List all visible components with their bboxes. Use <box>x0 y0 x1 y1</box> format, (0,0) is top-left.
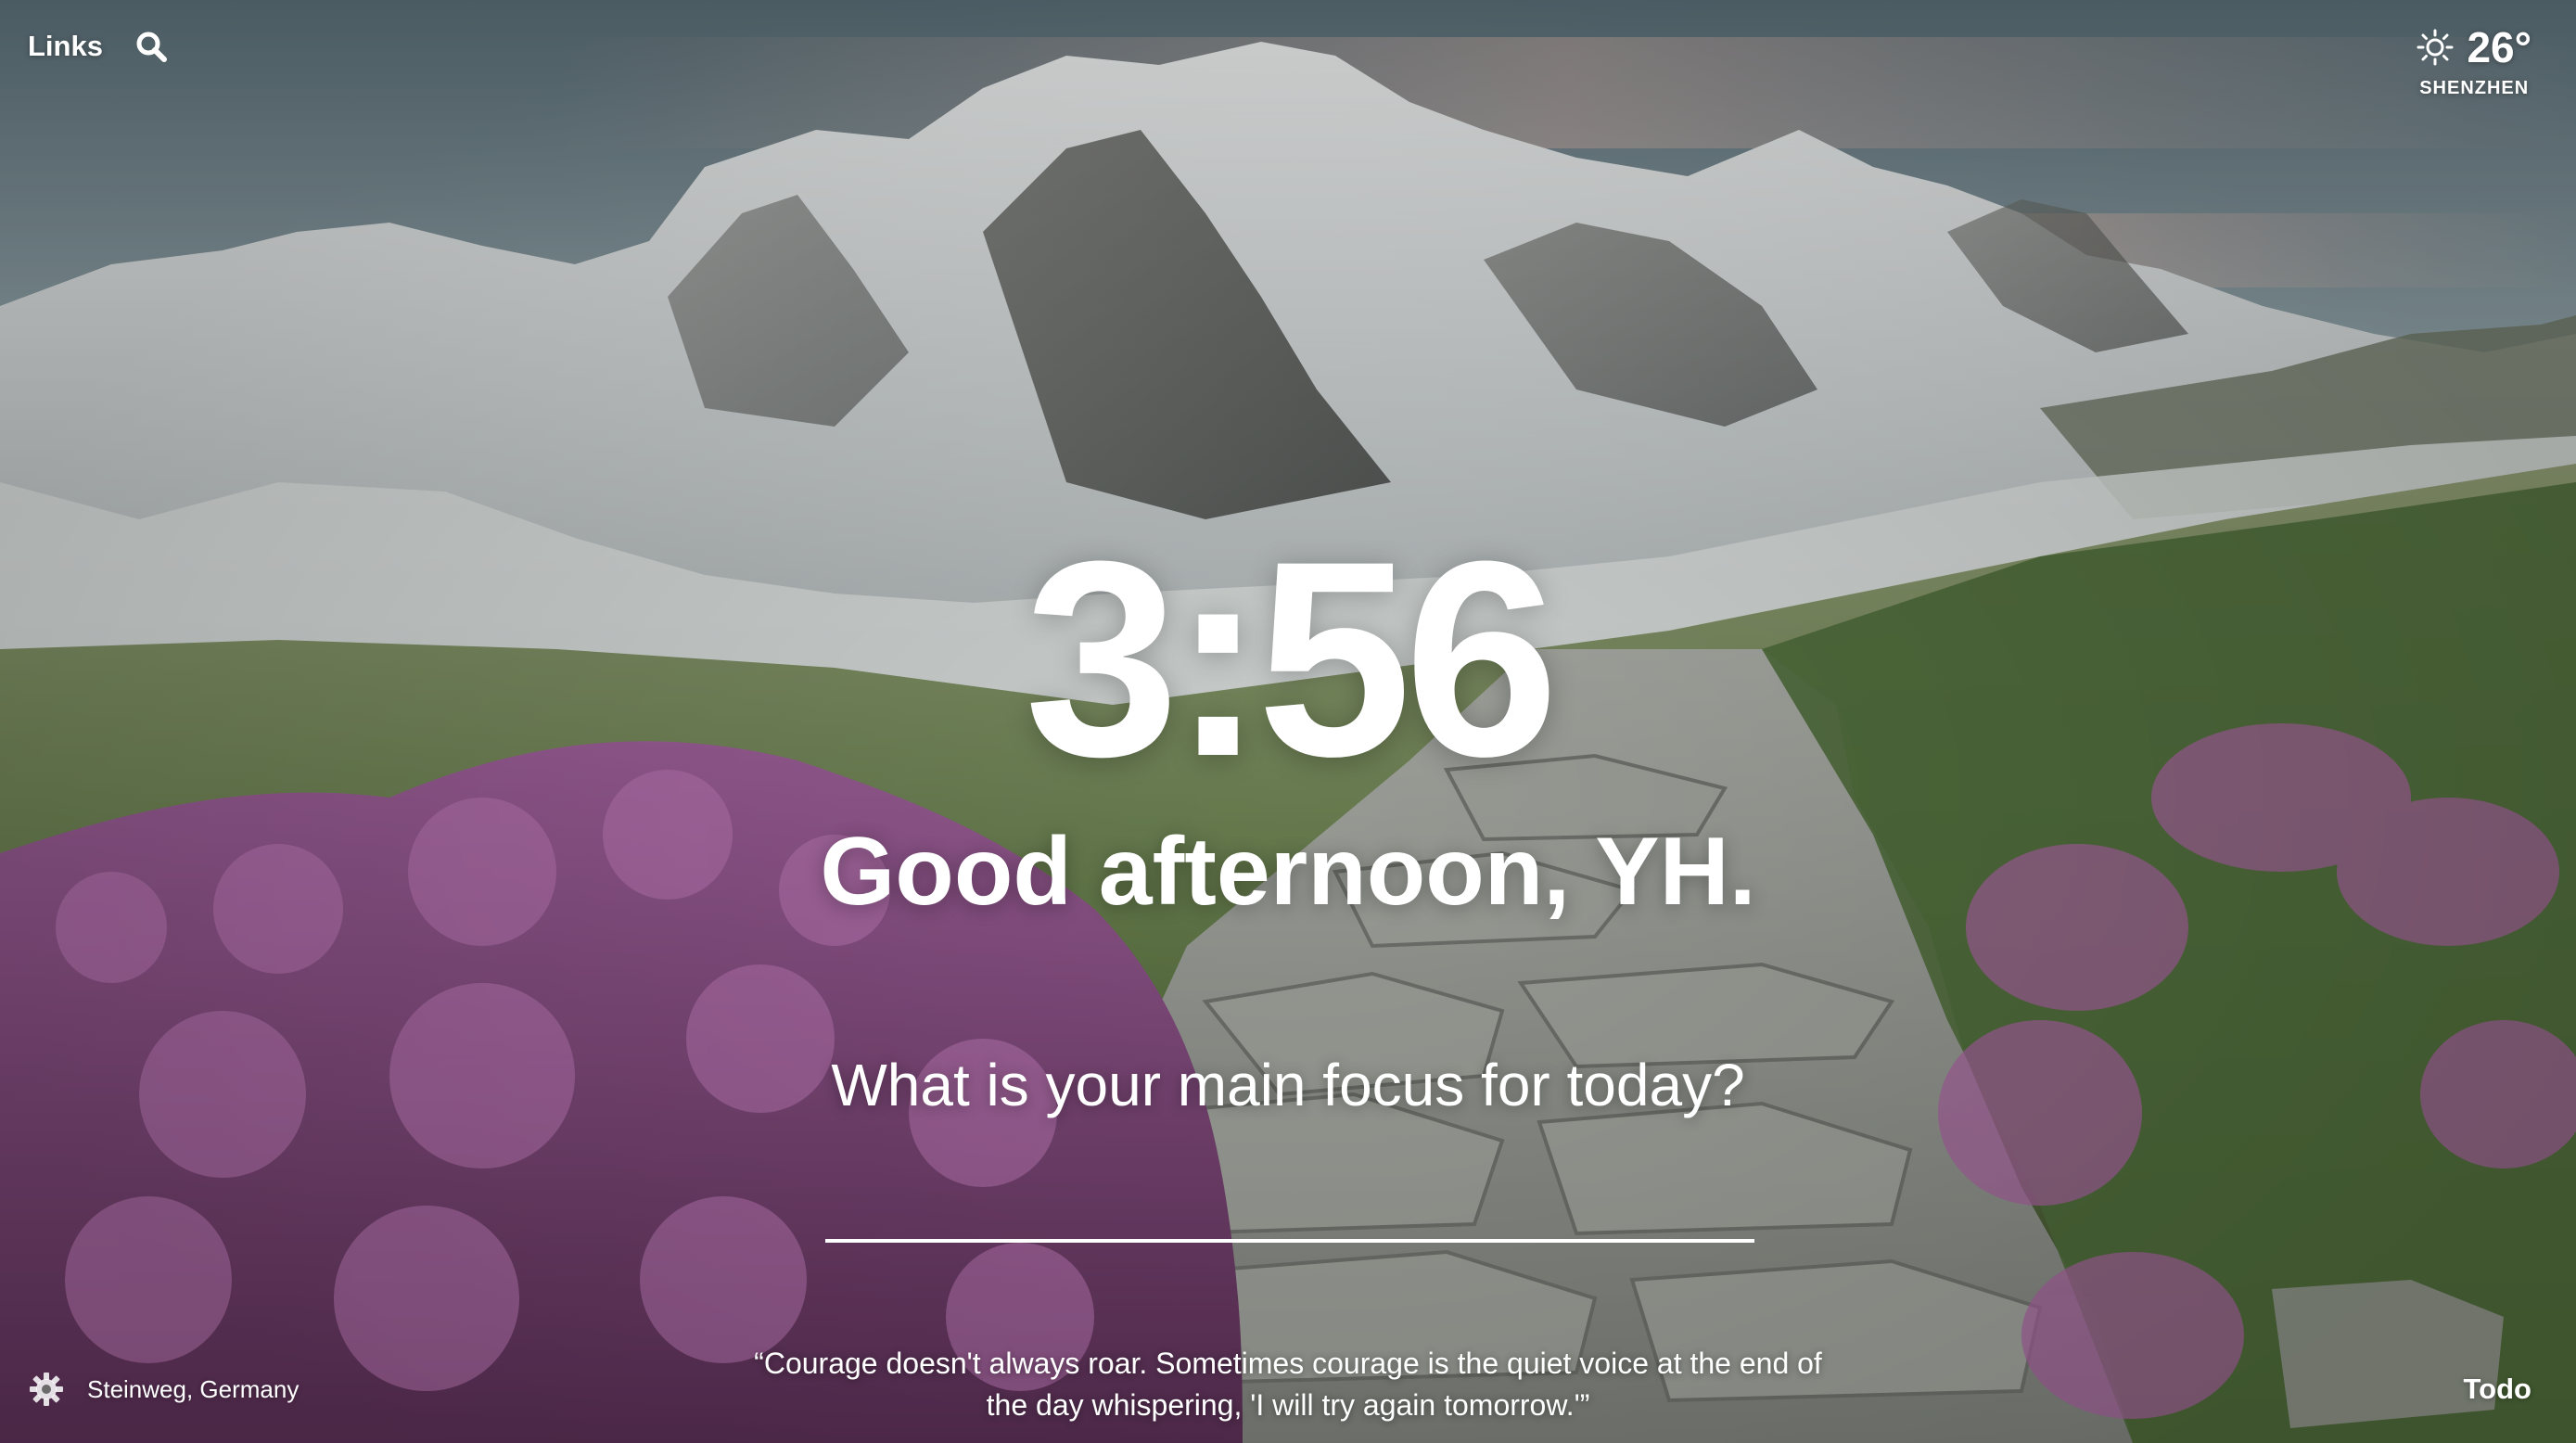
search-icon[interactable] <box>134 30 168 63</box>
focus-input[interactable] <box>825 1150 1754 1243</box>
top-left-bar: Links <box>28 30 168 63</box>
links-button[interactable]: Links <box>28 30 103 63</box>
daily-quote[interactable]: “Courage doesn't always roar. Sometimes … <box>742 1343 1834 1426</box>
gear-icon[interactable] <box>28 1371 65 1408</box>
weather-widget[interactable]: 26° SHENZHEN <box>2417 22 2531 99</box>
greeting: Good afternoon, YH. <box>820 818 1756 926</box>
clock: 3:56 <box>1024 503 1559 814</box>
bottom-left-bar: Steinweg, Germany <box>28 1371 299 1408</box>
photo-location[interactable]: Steinweg, Germany <box>87 1375 299 1404</box>
weather-location: SHENZHEN <box>2419 78 2530 98</box>
temperature: 26° <box>2467 23 2531 71</box>
sun-icon <box>2417 29 2454 66</box>
weather-row: 26° <box>2417 22 2531 72</box>
todo-button[interactable]: Todo <box>2464 1373 2531 1406</box>
focus-question: What is your main focus for today? <box>831 1052 1745 1118</box>
